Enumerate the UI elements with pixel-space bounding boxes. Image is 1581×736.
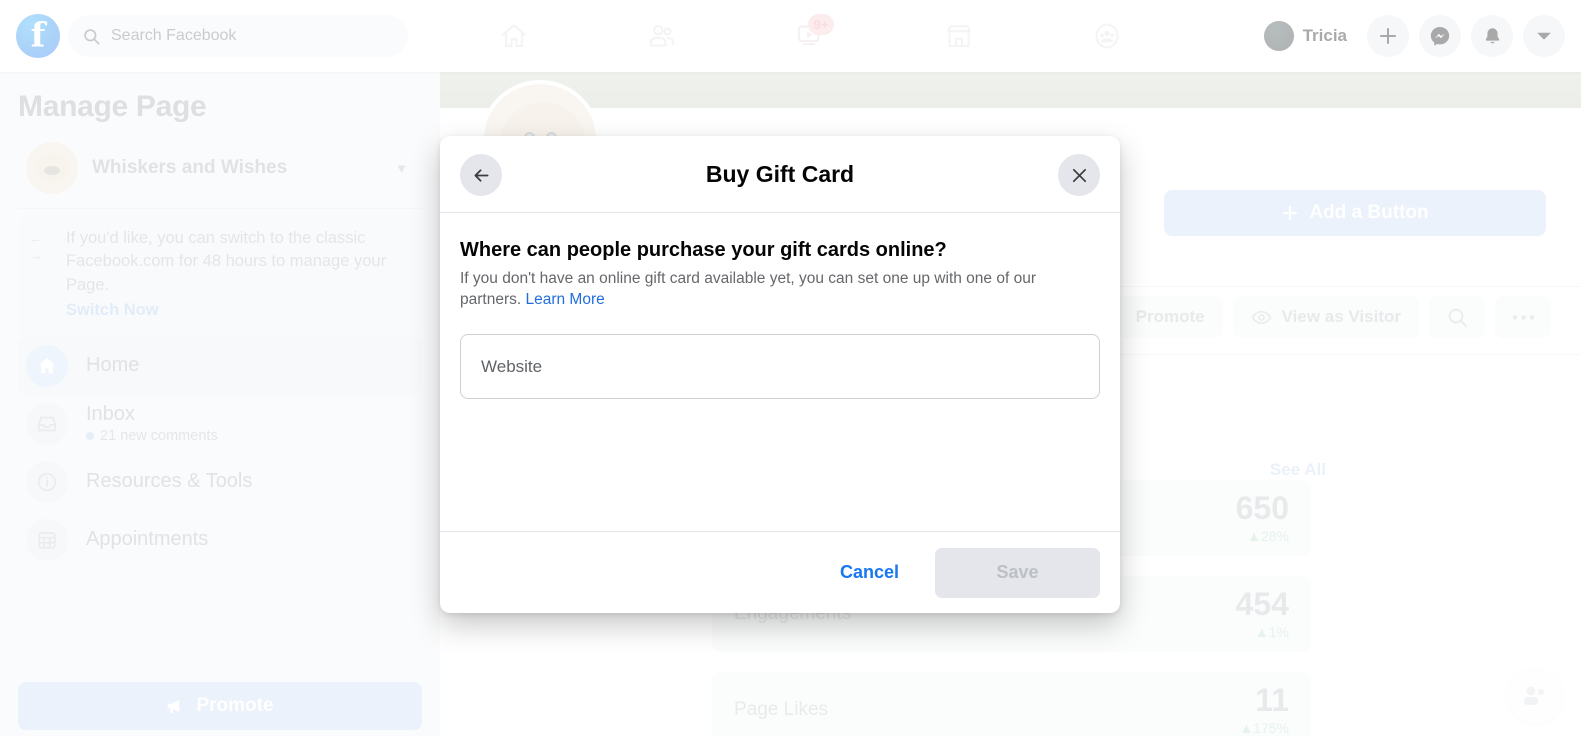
save-button[interactable]: Save [935,547,1100,598]
dialog-title: Buy Gift Card [705,160,855,187]
close-icon [1069,165,1090,186]
dialog-description: If you don't have an online gift card av… [460,268,1070,310]
close-button[interactable] [1058,154,1100,196]
dialog-body: Where can people purchase your gift card… [440,213,1120,531]
app-root: Add a Button Promote View as Visitor [0,0,1581,736]
website-input[interactable]: Website [460,334,1100,400]
cancel-button[interactable]: Cancel [818,551,921,595]
website-input-placeholder: Website [481,356,543,376]
learn-more-link[interactable]: Learn More [525,291,604,308]
arrow-left-icon [471,165,492,186]
dialog-header: Buy Gift Card [440,136,1120,213]
dialog-footer: Cancel Save [440,531,1120,613]
dialog-question: Where can people purchase your gift card… [460,239,947,261]
back-button[interactable] [460,154,502,196]
buy-gift-card-dialog: Buy Gift Card Where can people purchase … [440,136,1120,613]
